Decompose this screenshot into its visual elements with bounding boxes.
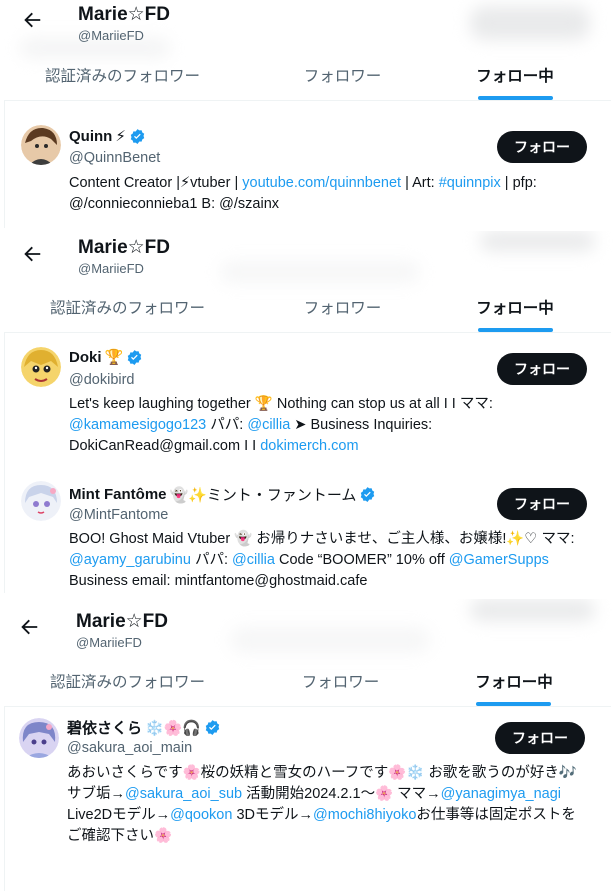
tab-bar: 認証済みのフォロワー フォロワー フォロー中 bbox=[0, 656, 615, 706]
tab-following[interactable]: フォロー中 bbox=[450, 282, 580, 332]
profile-name: Marie☆FD bbox=[78, 237, 170, 258]
user-bio: Content Creator |⚡vtuber | youtube.com/q… bbox=[69, 173, 589, 215]
verified-badge-icon bbox=[205, 720, 220, 735]
bio-text: Let's keep laughing together 🏆 Nothing c… bbox=[69, 396, 493, 412]
user-name[interactable]: Doki 🏆 bbox=[69, 348, 143, 366]
bio-link[interactable]: @cillia bbox=[232, 552, 275, 568]
avatar[interactable] bbox=[21, 481, 61, 521]
tab-bar: 認証済みのフォロワー フォロワー フォロー中 bbox=[0, 50, 615, 100]
follow-button[interactable]: フォロー bbox=[497, 353, 587, 385]
divider bbox=[4, 332, 5, 593]
tab-verified-followers[interactable]: 認証済みのフォロワー bbox=[20, 50, 225, 100]
name-emoji: ⚡ bbox=[115, 128, 126, 145]
user-name[interactable]: 碧依さくら ❄️🌸🎧 bbox=[67, 717, 221, 738]
user-handle[interactable]: @MintFantome bbox=[69, 507, 168, 523]
bio-text: パパ: bbox=[190, 552, 233, 568]
bio-link[interactable]: #quinnpix bbox=[439, 175, 501, 191]
name-emoji: ❄️🌸🎧 bbox=[145, 719, 202, 737]
user-handle[interactable]: @sakura_aoi_main bbox=[67, 740, 192, 756]
user-handle[interactable]: @dokibird bbox=[69, 372, 135, 388]
bio-text: Content Creator |⚡vtuber | bbox=[69, 175, 243, 191]
profile-name: Marie☆FD bbox=[78, 4, 170, 25]
name-emoji: 👻✨ミント・ファントーム bbox=[169, 487, 357, 504]
divider bbox=[4, 100, 5, 228]
following-panel-3: Marie☆FD @MariieFD 認証済みのフォロワー フォロワー フォロー… bbox=[0, 599, 615, 891]
profile-handle: @MariieFD bbox=[78, 28, 144, 43]
bio-link[interactable]: @GamerSupps bbox=[449, 552, 549, 568]
user-name-text: 碧依さくら bbox=[67, 720, 143, 737]
bio-text: 3Dモデル→ bbox=[232, 807, 314, 823]
tab-verified-followers[interactable]: 認証済みのフォロワー bbox=[25, 656, 230, 706]
bio-link[interactable]: @qookon bbox=[170, 807, 232, 823]
user-bio: あおいさくらです🌸桜の妖精と雪女のハーフです🌸❄️ お歌を歌うのが好き🎶サブ垢→… bbox=[67, 763, 587, 847]
tab-followers[interactable]: フォロワー bbox=[270, 50, 415, 100]
blurred-banner bbox=[470, 599, 595, 621]
follow-button[interactable]: フォロー bbox=[497, 488, 587, 520]
bio-link[interactable]: @cillia bbox=[247, 417, 290, 433]
divider bbox=[4, 706, 5, 891]
user-name-text: Doki bbox=[69, 348, 102, 366]
profile-handle: @MariieFD bbox=[78, 261, 144, 276]
user-bio: BOO! Ghost Maid Vtuber 👻 お帰りナさいませ、ご主人様、お… bbox=[69, 529, 589, 592]
bio-text: 活動開始2024.2.1～🌸 ママ→ bbox=[242, 786, 441, 802]
user-name-text: Quinn bbox=[69, 127, 113, 145]
back-arrow-icon[interactable] bbox=[21, 243, 43, 265]
user-name[interactable]: Mint Fantôme 👻✨ミント・ファントーム bbox=[69, 484, 376, 505]
user-name-text: Mint Fantôme bbox=[69, 486, 167, 503]
bio-link[interactable]: @yanagimya_nagi bbox=[441, 786, 561, 802]
profile-handle: @MariieFD bbox=[76, 635, 142, 650]
back-arrow-icon[interactable] bbox=[18, 616, 40, 638]
divider bbox=[4, 100, 611, 101]
avatar[interactable] bbox=[21, 347, 61, 387]
name-emoji: 🏆 bbox=[104, 349, 124, 366]
user-bio: Let's keep laughing together 🏆 Nothing c… bbox=[69, 394, 589, 457]
bio-text: Business email: mintfantome@ghostmaid.ca… bbox=[69, 573, 368, 589]
following-panel-2: Marie☆FD @MariieFD 認証済みのフォロワー フォロワー フォロー… bbox=[0, 231, 615, 593]
back-arrow-icon[interactable] bbox=[21, 9, 43, 31]
profile-name: Marie☆FD bbox=[76, 611, 168, 632]
bio-text: Code “BOOMER” 10% off bbox=[274, 552, 449, 568]
bio-link[interactable]: dokimerch.com bbox=[260, 438, 358, 454]
bio-link[interactable]: @sakura_aoi_sub bbox=[125, 786, 242, 802]
user-handle[interactable]: @QuinnBenet bbox=[69, 150, 160, 166]
bio-link[interactable]: @mochi8hiyoko bbox=[313, 807, 416, 823]
tab-following[interactable]: フォロー中 bbox=[450, 50, 580, 100]
divider bbox=[4, 706, 611, 707]
avatar[interactable] bbox=[21, 125, 61, 165]
follow-button[interactable]: フォロー bbox=[497, 131, 587, 163]
tab-verified-followers[interactable]: 認証済みのフォロワー bbox=[25, 282, 230, 332]
bio-link[interactable]: @kamamesigogo123 bbox=[69, 417, 206, 433]
blurred-banner bbox=[220, 261, 420, 283]
avatar[interactable] bbox=[19, 718, 59, 758]
tab-following[interactable]: フォロー中 bbox=[449, 656, 579, 706]
blurred-banner bbox=[230, 627, 430, 653]
verified-badge-icon bbox=[130, 128, 145, 144]
blurred-banner bbox=[480, 231, 595, 251]
bio-link[interactable]: youtube.com/quinnbenet bbox=[242, 175, 401, 191]
tab-followers[interactable]: フォロワー bbox=[270, 282, 415, 332]
bio-text: BOO! Ghost Maid Vtuber 👻 お帰りナさいませ、ご主人様、お… bbox=[69, 531, 575, 547]
follow-button[interactable]: フォロー bbox=[495, 722, 585, 754]
bio-text: | Art: bbox=[401, 175, 439, 191]
following-panel-1: Marie☆FD @MariieFD 認証済みのフォロワー フォロワー フォロー… bbox=[0, 0, 615, 228]
bio-text: パパ: bbox=[206, 417, 248, 433]
verified-badge-icon bbox=[127, 349, 142, 365]
tab-bar: 認証済みのフォロワー フォロワー フォロー中 bbox=[0, 282, 615, 332]
divider bbox=[4, 332, 611, 333]
verified-badge-icon bbox=[361, 487, 375, 502]
blurred-banner bbox=[470, 6, 590, 40]
bio-link[interactable]: @ayamy_garubinu bbox=[69, 552, 191, 568]
bio-text: Live2Dモデル→ bbox=[67, 807, 171, 823]
user-name[interactable]: Quinn ⚡ bbox=[69, 127, 146, 145]
tab-followers[interactable]: フォロワー bbox=[268, 656, 413, 706]
